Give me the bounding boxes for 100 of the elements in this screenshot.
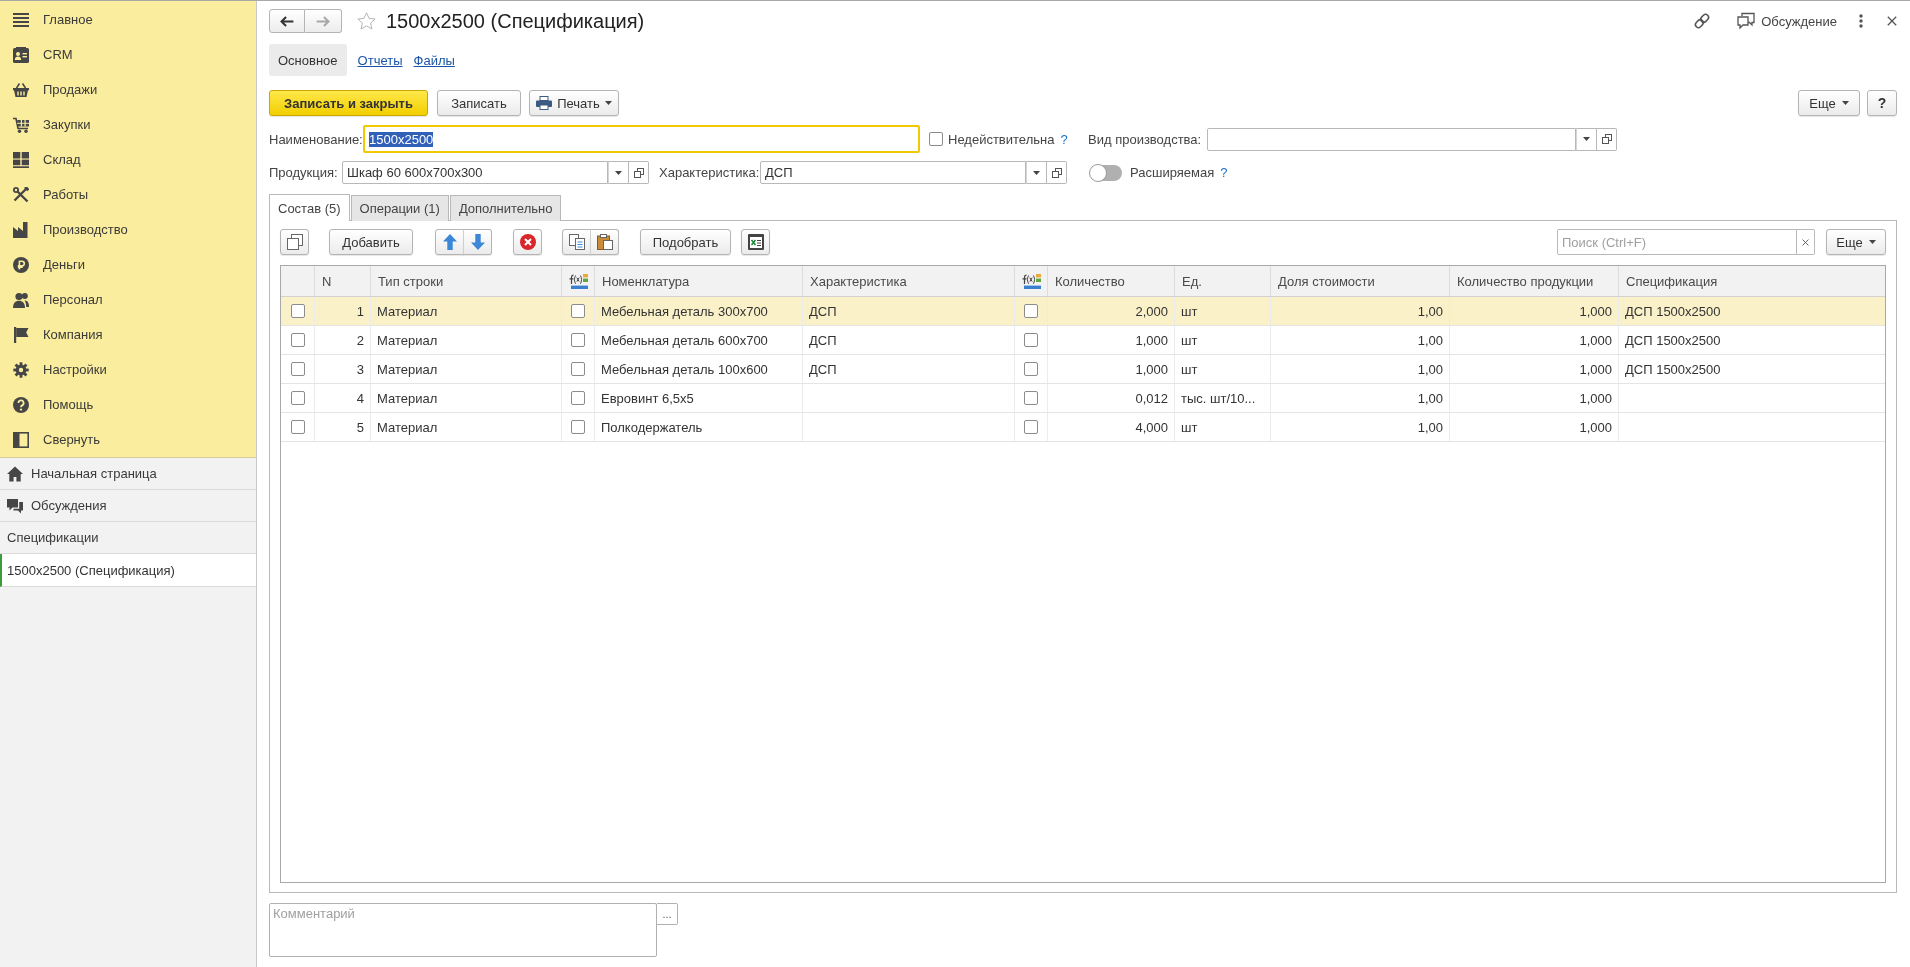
table-row[interactable]: 3 Материал Мебельная деталь 100x600 ДСП 1,000 шт 1,00 1,000 ДСП 1500x2500 (281, 355, 1885, 384)
tools-icon (13, 186, 29, 203)
close-icon (1887, 16, 1897, 26)
move-down-button[interactable] (463, 229, 492, 255)
basket-icon (13, 81, 29, 98)
sidebar-section[interactable]: Персонал (0, 282, 256, 317)
sidebar-section[interactable]: Компания (0, 317, 256, 352)
open-button[interactable] (629, 161, 649, 184)
save-button[interactable]: Записать (437, 90, 521, 116)
content-tab[interactable]: Дополнительно (449, 195, 562, 221)
sidebar-section[interactable]: Работы (0, 177, 256, 212)
clear-search-button[interactable] (1797, 229, 1815, 255)
chat-icon (1737, 12, 1756, 30)
row-checkbox[interactable] (290, 304, 305, 318)
sidebar-section[interactable]: Свернуть (0, 422, 256, 457)
sidebar-section[interactable]: Помощь (0, 387, 256, 422)
sidebar-section[interactable]: Продажи (0, 72, 256, 107)
copy-button[interactable] (562, 229, 591, 255)
help-link[interactable]: ? (1220, 165, 1228, 180)
production-type-field[interactable] (1207, 127, 1576, 151)
row-checkbox[interactable] (571, 420, 585, 434)
clipboard-icon (596, 234, 613, 250)
row-checkbox[interactable] (290, 362, 305, 376)
sidebar-section[interactable]: Главное (0, 2, 256, 37)
row-checkbox[interactable] (571, 304, 585, 318)
pick-button[interactable]: Подобрать (640, 229, 731, 255)
dropdown-button[interactable] (1026, 161, 1047, 184)
table-cell: 1,000 (1579, 419, 1612, 435)
table-cell: Мебельная деталь 100x600 (601, 361, 768, 377)
sidebar-section[interactable]: Деньги (0, 247, 256, 282)
row-checkbox[interactable] (571, 391, 585, 405)
column-header: Количество (1055, 273, 1125, 289)
ruble-coin-icon (13, 256, 29, 273)
row-checkbox[interactable] (290, 420, 305, 434)
row-checkbox[interactable] (571, 362, 585, 376)
form-tab[interactable]: Основное (269, 44, 347, 76)
product-field[interactable]: Шкаф 60 600x700x300 (342, 161, 608, 184)
people-icon (13, 291, 29, 308)
table-row[interactable]: 4 Материал Евровинт 6,5x5 0,012 тыс. шт/10... 1,00 1,000 (281, 384, 1885, 413)
row-checkbox[interactable] (1024, 362, 1038, 376)
caret-icon (1841, 101, 1849, 105)
documents-icon (568, 234, 585, 250)
more-button[interactable]: Еще (1826, 229, 1886, 255)
paste-button[interactable] (590, 229, 619, 255)
up-arrow-icon (441, 234, 458, 250)
row-checkbox[interactable] (1024, 333, 1038, 347)
column-header: Характеристика (810, 273, 907, 289)
expand-comment-button[interactable]: ... (657, 903, 678, 925)
delete-button[interactable] (513, 229, 542, 255)
name-field[interactable]: 1500x2500 (363, 125, 920, 153)
content-tab[interactable]: Состав (5) (269, 194, 350, 221)
sidebar-section[interactable]: Склад (0, 142, 256, 177)
discussion-button[interactable]: Обсуждение (1737, 12, 1837, 30)
field-label: Наименование: (269, 131, 363, 147)
table-row[interactable]: 2 Материал Мебельная деталь 600x700 ДСП 1,000 шт 1,00 1,000 ДСП 1500x2500 (281, 326, 1885, 355)
field-label: Характеристика: (659, 165, 760, 180)
spreadsheet-button[interactable] (741, 229, 770, 255)
help-button[interactable]: ? (1867, 90, 1897, 116)
star-icon[interactable] (357, 12, 376, 30)
invalid-checkbox[interactable] (929, 132, 943, 146)
row-checkbox[interactable] (1024, 420, 1038, 434)
toggle-switch[interactable] (1090, 164, 1122, 181)
sidebar-link[interactable]: Начальная страница (0, 458, 256, 490)
link-icon (1693, 12, 1712, 30)
row-checkbox[interactable] (571, 333, 585, 347)
table-cell: ДСП (809, 303, 837, 319)
sidebar-section[interactable]: Производство (0, 212, 256, 247)
form-tab[interactable]: Файлы (413, 44, 455, 76)
open-window-icon (1051, 167, 1062, 178)
sidebar-section[interactable]: CRM (0, 37, 256, 72)
table-cell: 4,000 (1135, 419, 1168, 435)
table-row[interactable]: 5 Материал Полкодержатель 4,000 шт 1,00 1,000 (281, 413, 1885, 442)
form-tab[interactable]: Отчеты (357, 44, 403, 76)
row-checkbox[interactable] (1024, 304, 1038, 318)
add-button[interactable]: Добавить (329, 229, 413, 255)
help-link[interactable]: ? (1060, 131, 1068, 147)
row-checkbox[interactable] (290, 391, 305, 405)
sidebar-section[interactable]: Закупки (0, 107, 256, 142)
dropdown-button[interactable] (1576, 127, 1597, 151)
row-checkbox[interactable] (290, 333, 305, 347)
copy-rows-button[interactable] (280, 229, 309, 255)
open-button[interactable] (1597, 127, 1617, 151)
save-and-close-button[interactable]: Записать и закрыть (269, 90, 428, 116)
table-cell: Материал (377, 332, 438, 348)
print-button[interactable]: Печать (529, 90, 619, 116)
sidebar-link[interactable]: Обсуждения (0, 490, 256, 522)
content-tab[interactable]: Операции (1) (350, 195, 449, 221)
more-button[interactable]: Еще (1798, 90, 1860, 116)
back-button[interactable] (269, 9, 305, 33)
move-up-button[interactable] (435, 229, 464, 255)
open-window-tab[interactable]: 1500x2500 (Спецификация) (0, 554, 256, 587)
sidebar-section[interactable]: Настройки (0, 352, 256, 387)
row-checkbox[interactable] (1024, 391, 1038, 405)
characteristic-field[interactable]: ДСП (760, 161, 1026, 184)
help-icon (13, 396, 29, 413)
back-arrow-icon (280, 15, 294, 27)
table-row[interactable]: 1 Материал Мебельная деталь 300x700 ДСП 2,000 шт 1,00 1,000 ДСП 1500x2500 (281, 297, 1885, 326)
table-cell: шт (1181, 303, 1198, 319)
dropdown-button[interactable] (608, 161, 629, 184)
open-button[interactable] (1047, 161, 1067, 184)
